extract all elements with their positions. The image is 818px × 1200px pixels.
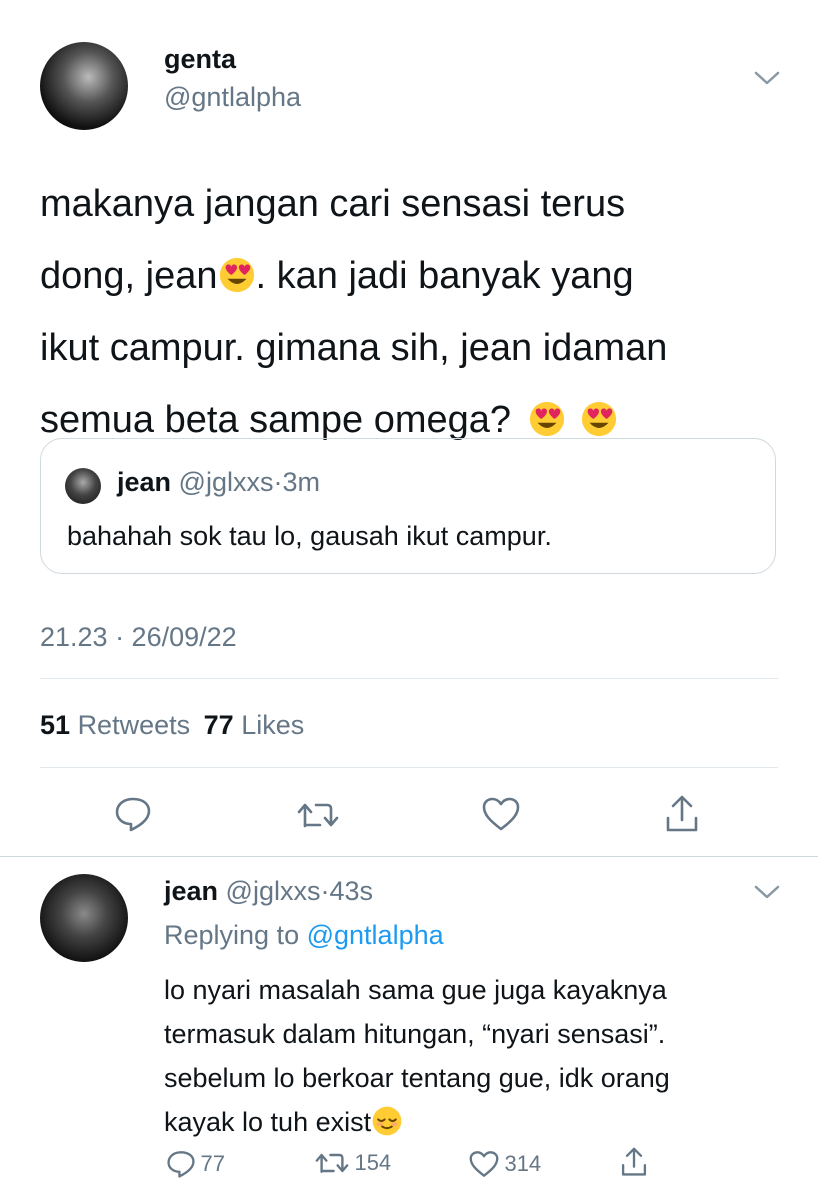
tweet-text-line-3: ikut campur. gimana sih, jean idaman <box>40 327 668 369</box>
retweet-icon <box>314 1151 350 1175</box>
relieved-emoji <box>372 1106 402 1136</box>
author-display-name[interactable]: genta <box>164 44 236 75</box>
likes-stat[interactable]: 77 Likes <box>204 710 305 740</box>
quoted-time: 3m <box>282 467 320 497</box>
replying-to-handle[interactable]: @gntlalpha <box>307 920 444 950</box>
tweet-text-line-1: makanya jangan cari sensasi terus <box>40 183 626 225</box>
author-handle[interactable]: @gntlalpha <box>164 82 301 113</box>
reply-icon <box>166 1150 196 1178</box>
reply-action-retweet[interactable]: 154 <box>314 1150 391 1180</box>
like-count: 314 <box>504 1151 542 1176</box>
tweet-stats: 51 Retweets 77 Likes <box>40 710 304 741</box>
tweet-text: makanya jangan cari sensasi terus dong, … <box>40 168 780 456</box>
heart-icon <box>468 1150 500 1178</box>
heart-eyes-emoji <box>529 401 564 436</box>
quoted-author-avatar <box>65 468 101 504</box>
reply-header: jean @jglxxs·43s <box>164 876 373 907</box>
reply-text-line-1: lo nyari masalah sama gue juga kayaknya <box>164 975 667 1005</box>
reply-handle[interactable]: @jglxxs <box>226 876 321 906</box>
tweet-text-line-2: dong, jean. kan jadi banyak yang <box>40 255 634 297</box>
reply-action-reply[interactable]: 77 <box>166 1150 225 1180</box>
chevron-down-icon[interactable] <box>752 882 782 902</box>
reply-author-avatar[interactable] <box>40 874 128 962</box>
likes-label: Likes <box>241 710 305 740</box>
reply-text-line-3: sebelum lo berkoar tentang gue, idk oran… <box>164 1063 670 1093</box>
quoted-header: jean @jglxxs·3m <box>117 467 320 498</box>
reply-text-line-4: kayak lo tuh exist <box>164 1100 804 1144</box>
chevron-down-icon[interactable] <box>752 68 782 88</box>
share-icon[interactable] <box>664 794 700 834</box>
share-icon[interactable] <box>620 1146 648 1178</box>
reply-icon[interactable] <box>114 796 152 832</box>
reply-count: 77 <box>200 1151 225 1176</box>
retweet-icon[interactable] <box>296 800 340 830</box>
heart-eyes-emoji <box>219 257 254 292</box>
author-avatar[interactable] <box>40 42 128 130</box>
replying-to-prefix: Replying to <box>164 920 300 950</box>
reply-text-line-2: termasuk dalam hitungan, “nyari sensasi”… <box>164 1019 666 1049</box>
reply-text: lo nyari masalah sama gue juga kayaknya … <box>164 968 804 1144</box>
replying-to: Replying to @gntlalpha <box>164 920 444 951</box>
reply-display-name[interactable]: jean <box>164 876 218 906</box>
reply-time: 43s <box>329 876 374 906</box>
likes-count: 77 <box>203 710 234 740</box>
quoted-text: bahahah sok tau lo, gausah ikut campur. <box>67 521 552 551</box>
retweets-stat[interactable]: 51 Retweets <box>40 710 190 740</box>
reply-action-like[interactable]: 314 <box>468 1150 541 1180</box>
retweets-label: Retweets <box>77 710 191 740</box>
divider <box>40 767 778 768</box>
heart-icon[interactable] <box>481 796 521 832</box>
retweets-count: 51 <box>40 710 71 740</box>
quoted-handle: @jglxxs <box>178 467 274 497</box>
quoted-display-name: jean <box>117 467 172 497</box>
quoted-tweet[interactable]: jean @jglxxs·3m bahahah sok tau lo, gaus… <box>40 438 776 574</box>
divider <box>40 678 778 679</box>
retweet-count: 154 <box>354 1150 392 1175</box>
tweet-timestamp[interactable]: 21.23 · 26/09/22 <box>40 622 237 653</box>
heart-eyes-emoji <box>581 401 616 436</box>
section-divider <box>0 856 818 857</box>
